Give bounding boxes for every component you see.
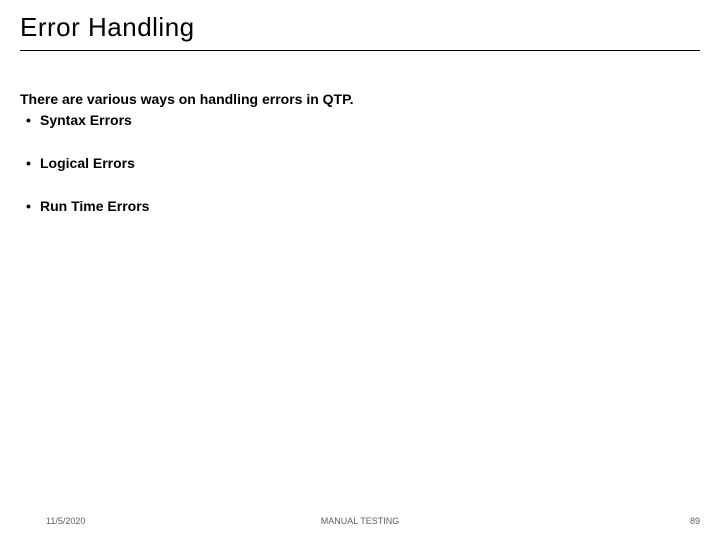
slide-footer: 11/5/2020 MANUAL TESTING 89 [0,512,720,526]
slide-title: Error Handling [20,12,195,43]
bullet-dot-icon: • [26,197,40,216]
intro-text: There are various ways on handling error… [20,90,700,109]
bullet-item: •Syntax Errors [26,111,700,130]
footer-center: MANUAL TESTING [0,516,720,526]
bullet-item: •Run Time Errors [26,197,700,216]
bullet-dot-icon: • [26,154,40,173]
bullet-label: Run Time Errors [40,198,149,214]
slide-body: There are various ways on handling error… [20,90,700,216]
footer-page-number: 89 [690,516,700,526]
title-underline [20,50,700,51]
bullet-item: •Logical Errors [26,154,700,173]
bullet-dot-icon: • [26,111,40,130]
bullet-label: Logical Errors [40,155,135,171]
bullet-label: Syntax Errors [40,112,132,128]
